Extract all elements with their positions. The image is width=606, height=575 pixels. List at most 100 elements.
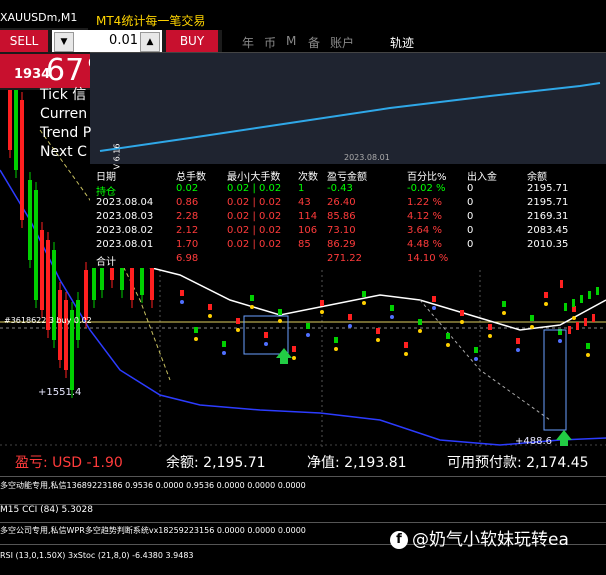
trade-marker	[208, 314, 212, 318]
stats-header-row: 日期 总手数 最小|大手数 次数 盈亏金额 百分比% 出入金 余额	[90, 168, 606, 183]
open-position-line-label: #3618622 3 buy 0.02	[4, 316, 92, 325]
tab-m[interactable]: M	[286, 34, 296, 48]
stats-dialog-titlebar[interactable]: MT4统计每一笔交易	[88, 10, 606, 30]
stats-row-0803: 2023.08.03 2.28 0.02 | 0.02 114 85.86 4.…	[90, 211, 606, 224]
sell-price-prefix: 1934	[14, 67, 51, 82]
row-inout: 0	[467, 211, 474, 222]
candle-body	[576, 322, 579, 330]
row-lots: 1.70	[176, 239, 199, 250]
trade-marker	[502, 311, 506, 315]
account-equity: 净值: 2,193.81	[307, 455, 407, 471]
lot-size-input[interactable]: ▼ 0.01 ▲	[52, 30, 162, 52]
candle-body	[516, 338, 520, 344]
tab-currency[interactable]: 币	[264, 34, 276, 51]
candle-body	[568, 326, 571, 334]
trade-marker	[446, 343, 450, 347]
candle-body	[40, 230, 44, 310]
row-pnl: 86.29	[327, 239, 356, 250]
candle-body	[264, 332, 268, 338]
header-count: 次数	[298, 172, 318, 183]
row-inout: 0	[467, 239, 474, 250]
candle-body	[208, 304, 212, 310]
row-lots: 2.28	[176, 211, 199, 222]
candle-body	[460, 310, 464, 316]
stats-row-0802: 2023.08.02 2.12 0.02 | 0.02 106 73.10 3.…	[90, 225, 606, 238]
trade-marker	[264, 342, 268, 346]
lot-decrease-icon[interactable]: ▼	[54, 32, 74, 52]
lot-increase-icon[interactable]: ▲	[140, 32, 160, 52]
trade-marker	[460, 320, 464, 324]
stats-row-0801: 2023.08.01 1.70 0.02 | 0.02 85 86.29 4.4…	[90, 239, 606, 252]
header-inout: 出入金	[467, 172, 497, 183]
trade-marker	[362, 301, 366, 305]
trade-marker	[292, 356, 296, 360]
row-count: 1	[298, 183, 305, 194]
watermark-logo-icon: f	[390, 531, 408, 549]
trade-marker	[432, 306, 436, 310]
buy-arrow-icon	[276, 348, 292, 364]
tab-year[interactable]: 年	[242, 34, 254, 51]
indicator-rsi-label: RSI (13,0,1.50X) 3xStoc (21,8,0) -6.4380…	[0, 551, 194, 560]
version-label: V 6.16	[112, 143, 122, 170]
candle-body	[586, 343, 590, 349]
row-lots: 0.02	[176, 183, 199, 194]
trade-marker	[376, 338, 380, 342]
indicator-panel-cci[interactable]: M15 CCI (84) 5.3028	[0, 504, 606, 523]
row-date: 持仓	[96, 187, 116, 198]
trade-marker	[194, 337, 198, 341]
trade-marker	[236, 328, 240, 332]
candle-body	[14, 80, 18, 170]
candle-body	[474, 347, 478, 353]
tab-track[interactable]: 轨迹	[390, 34, 414, 51]
header-pct: 百分比%	[407, 172, 447, 183]
candle-body	[418, 319, 422, 325]
candle-body	[584, 318, 587, 326]
trade-marker	[418, 329, 422, 333]
right-price-label: +488.6	[515, 436, 553, 447]
candle-body	[404, 342, 408, 348]
candle-body	[84, 270, 88, 320]
row-minmax: 0.02 | 0.02	[227, 183, 282, 194]
buy-button[interactable]: BUY	[166, 30, 218, 52]
candle-body	[20, 100, 24, 220]
candle-body	[502, 301, 506, 307]
candle-body	[580, 295, 583, 303]
trade-marker	[320, 310, 324, 314]
candle-body	[34, 190, 38, 300]
candle-body	[488, 324, 492, 330]
candle-body	[588, 291, 591, 299]
row-balance: 2083.45	[527, 225, 569, 236]
row-inout: 0	[467, 197, 474, 208]
candle-body	[236, 318, 240, 324]
candle-body	[250, 295, 254, 301]
lot-size-value[interactable]: 0.01	[109, 30, 138, 52]
candle-body	[564, 303, 567, 311]
watermark-text: @奶气小软妹玩转ea	[412, 530, 569, 550]
row-count: 43	[298, 197, 311, 208]
sell-button[interactable]: SELL	[0, 30, 48, 52]
stats-total-row: 合计 6.98 271.22 14.10 %	[90, 253, 606, 268]
candle-body	[306, 323, 310, 329]
total-pct: 14.10 %	[407, 253, 449, 264]
header-minmax: 最小|大手数	[227, 172, 281, 183]
equity-curve-svg	[99, 82, 601, 152]
row-pnl: 85.86	[327, 211, 356, 222]
indicator-panel-momentum[interactable]: 多空动能专用,私信13689223186 0.9536 0.0000 0.953…	[0, 476, 606, 505]
row-pnl: -0.43	[327, 183, 353, 194]
indicator-wpr-label: 多空公司专用,私信WPR多空趋势判断系统vx18259223156 0.0000…	[0, 526, 306, 535]
candle-body	[530, 315, 534, 321]
candle-body	[222, 341, 226, 347]
tab-account[interactable]: 账户	[330, 34, 354, 51]
candle-body	[596, 287, 599, 295]
row-count: 114	[298, 211, 318, 222]
candle-body	[194, 327, 198, 333]
ea-info-labels: Tick 信 Curren Trend P Next C	[40, 86, 91, 162]
row-inout: 0	[467, 225, 474, 236]
trade-marker	[516, 348, 520, 352]
stats-table: 日期 总手数 最小|大手数 次数 盈亏金额 百分比% 出入金 余额 持仓 0.0…	[90, 164, 606, 268]
tab-note[interactable]: 备	[308, 34, 320, 51]
total-label: 合计	[96, 257, 116, 268]
trade-marker	[334, 347, 338, 351]
trade-marker	[530, 325, 534, 329]
candle-body	[432, 296, 436, 302]
